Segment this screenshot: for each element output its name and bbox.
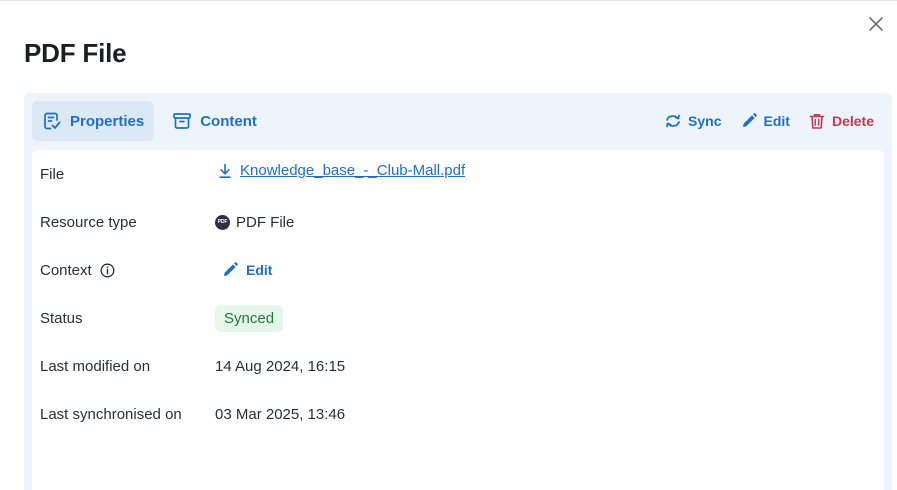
property-row-context: Context Edit	[32, 246, 884, 294]
sync-icon	[666, 114, 680, 128]
context-edit-button[interactable]: Edit	[221, 261, 272, 279]
property-row-file: File Knowledge_base_-_Club-Mall.pdf	[32, 150, 884, 198]
file-link[interactable]: Knowledge_base_-_Club-Mall.pdf	[240, 162, 465, 179]
last-synchronised-label: Last synchronised on	[40, 405, 182, 423]
resource-type-value: PDF PDF File	[215, 214, 294, 231]
property-row-status: Status Synced	[32, 294, 884, 342]
tab-content-label: Content	[200, 112, 257, 130]
last-modified-label: Last modified on	[40, 357, 151, 375]
file-label: File	[40, 165, 65, 183]
property-row-last-modified: Last modified on 14 Aug 2024, 16:15	[32, 342, 884, 390]
edit-label: Edit	[763, 113, 790, 129]
close-icon	[869, 17, 883, 31]
pencil-icon	[224, 262, 238, 276]
property-row-last-synchronised: Last synchronised on 03 Mar 2025, 13:46	[32, 390, 884, 438]
context-value: Edit	[215, 261, 272, 279]
tab-bar: Properties Content	[32, 101, 267, 141]
sync-label: Sync	[688, 113, 722, 129]
file-value: Knowledge_base_-_Club-Mall.pdf	[215, 162, 465, 179]
tab-properties-label: Properties	[70, 112, 145, 130]
status-badge: Synced	[215, 304, 284, 332]
delete-label: Delete	[831, 113, 874, 129]
context-edit-label: Edit	[246, 262, 273, 278]
last-synchronised-value: 03 Mar 2025, 13:46	[215, 405, 346, 423]
archive-icon	[173, 113, 192, 129]
trash-icon	[809, 114, 825, 129]
property-row-resource-type: Resource type PDF PDF File	[32, 198, 884, 246]
info-icon[interactable]	[100, 263, 115, 278]
last-modified-value: 14 Aug 2024, 16:15	[215, 357, 346, 375]
top-divider	[0, 0, 897, 1]
properties-card: File Knowledge_base_-_Club-Mall.pdf Reso…	[32, 150, 884, 490]
pencil-icon	[742, 113, 757, 127]
resource-type-text: PDF File	[236, 213, 295, 231]
status-value: Synced	[215, 304, 284, 332]
tab-content[interactable]: Content	[162, 101, 267, 141]
resource-type-label: Resource type	[40, 213, 137, 231]
close-button[interactable]	[866, 14, 886, 34]
status-label: Status	[40, 309, 83, 327]
delete-button[interactable]: Delete	[808, 112, 874, 130]
tab-properties[interactable]: Properties	[32, 101, 155, 141]
page-title: PDF File	[24, 38, 127, 68]
context-label-group: Context	[40, 262, 115, 279]
details-panel: Properties Content Sync Edit Delete File…	[24, 93, 892, 490]
download-icon[interactable]	[218, 163, 232, 179]
action-bar: Sync Edit Delete	[664, 101, 874, 141]
pdf-file-icon: PDF	[215, 214, 230, 230]
edit-button[interactable]: Edit	[740, 112, 790, 130]
properties-icon	[44, 112, 61, 130]
context-label: Context	[40, 261, 92, 279]
sync-button[interactable]: Sync	[664, 112, 722, 130]
